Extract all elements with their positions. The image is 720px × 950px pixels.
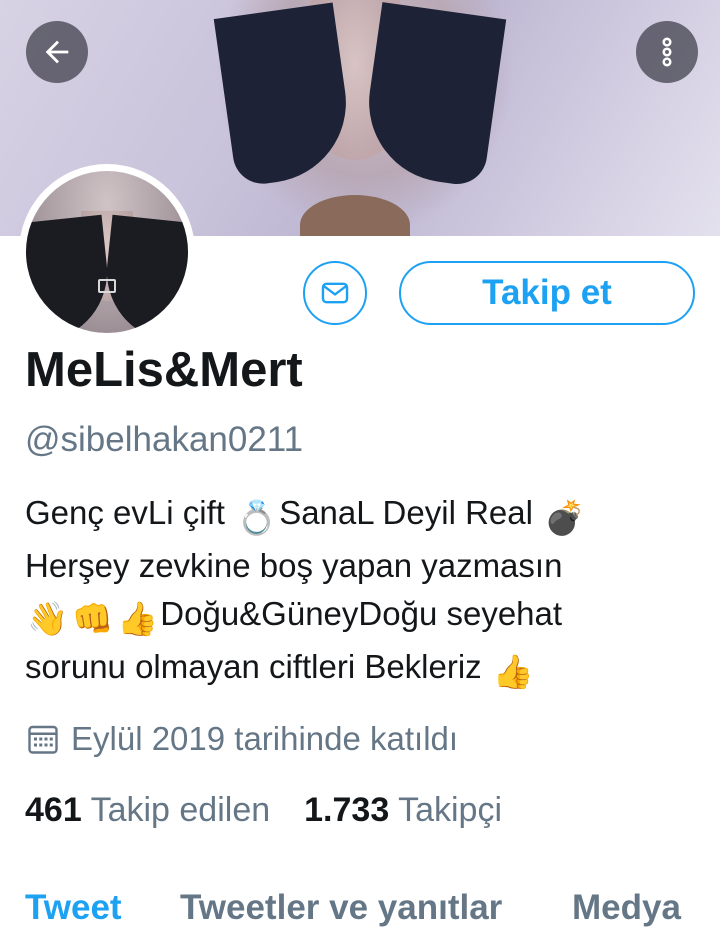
bio-line: sorunu olmayan ciftleri Bekleriz 👍 bbox=[25, 643, 695, 696]
following-label: Takip edilen bbox=[90, 791, 271, 829]
bio-text: SanaL Deyil Real bbox=[279, 494, 543, 531]
profile-stats: 461 Takip edilen 1.733 Takipçi bbox=[25, 791, 502, 830]
thumbs-up-emoji: 👍 bbox=[117, 600, 159, 637]
profile-tabs: Tweet Tweetler ve yanıtlar Medya bbox=[0, 888, 720, 950]
tab-tweets-and-replies[interactable]: Tweetler ve yanıtlar bbox=[180, 888, 502, 928]
follow-button[interactable]: Takip et bbox=[399, 261, 695, 325]
fist-emoji: 👊 bbox=[72, 600, 114, 637]
joined-text: Eylül 2019 tarihinde katıldı bbox=[71, 720, 459, 757]
profile-bio: Genç evLi çift 💍SanaL Deyil Real 💣 Herşe… bbox=[25, 489, 695, 696]
joined-date: Eylül 2019 tarihinde katıldı bbox=[25, 720, 458, 758]
following-link[interactable]: 461 Takip edilen bbox=[25, 791, 270, 829]
tab-media[interactable]: Medya bbox=[572, 888, 681, 928]
bio-line: Herşey zevkine boş yapan yazmasın bbox=[25, 547, 563, 584]
profile-handle: @sibelhakan0211 bbox=[25, 420, 304, 459]
bomb-emoji: 💣 bbox=[544, 499, 586, 536]
more-vertical-icon bbox=[662, 37, 672, 67]
calendar-icon bbox=[28, 725, 58, 754]
followers-count: 1.733 bbox=[304, 791, 390, 829]
thumbs-up-emoji: 👍 bbox=[492, 653, 534, 690]
profile-name: MeLis&Mert bbox=[25, 343, 303, 397]
followers-link[interactable]: 1.733 Takipçi bbox=[304, 791, 502, 829]
more-options-button[interactable] bbox=[636, 21, 698, 83]
arrow-left-icon bbox=[45, 40, 69, 64]
message-button[interactable] bbox=[303, 261, 367, 325]
bio-line: Genç evLi çift 💍SanaL Deyil Real 💣 bbox=[25, 489, 695, 542]
waving-hand-emoji: 👋 bbox=[27, 600, 69, 637]
bio-text: Doğu&GüneyDoğu seyehat bbox=[160, 595, 563, 632]
back-button[interactable] bbox=[26, 21, 88, 83]
ring-emoji: 💍 bbox=[236, 499, 278, 536]
following-count: 461 bbox=[25, 791, 82, 829]
bio-text: sorunu olmayan ciftleri Bekleriz bbox=[25, 648, 491, 685]
tab-tweets[interactable]: Tweet bbox=[25, 888, 122, 928]
envelope-icon bbox=[321, 282, 349, 304]
followers-label: Takipçi bbox=[398, 791, 503, 829]
avatar[interactable] bbox=[19, 164, 195, 340]
bio-line: 👋 👊 👍Doğu&GüneyDoğu seyehat bbox=[25, 590, 695, 643]
bio-text: Genç evLi çift bbox=[25, 494, 235, 531]
avatar-image bbox=[26, 171, 188, 333]
